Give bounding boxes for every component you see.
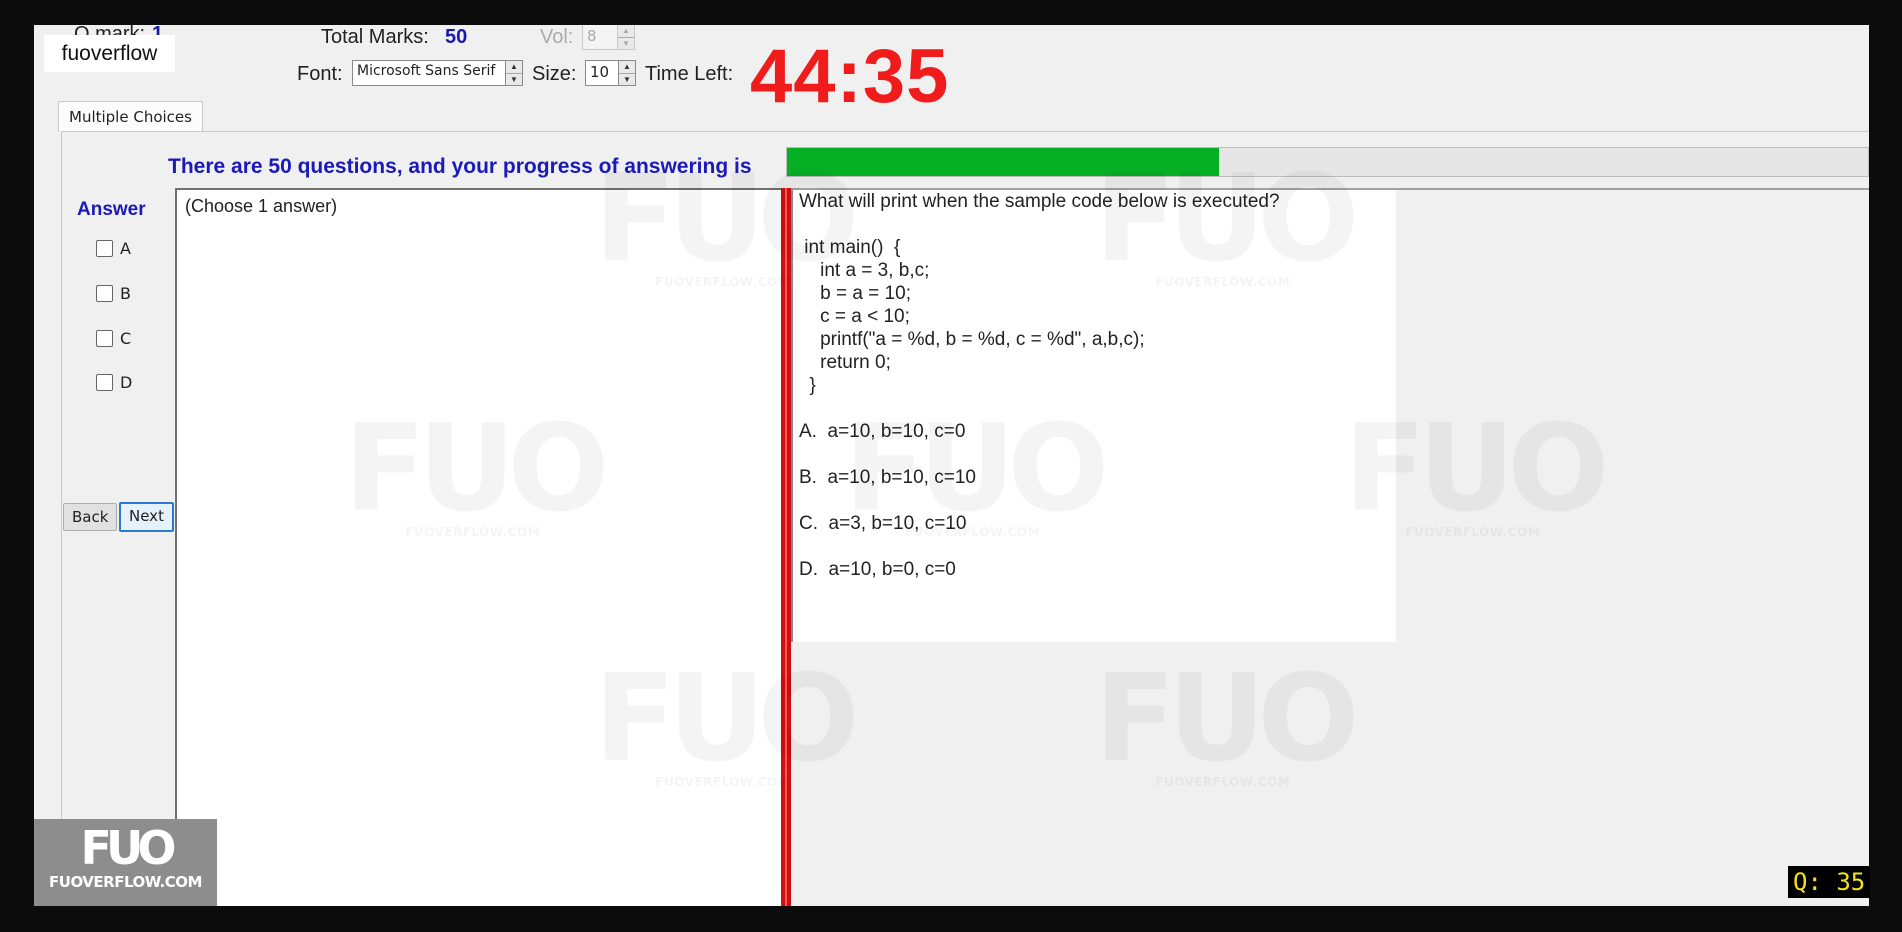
font-spinner[interactable]: ▲ ▼ (505, 60, 523, 86)
back-button[interactable]: Back (63, 503, 118, 531)
next-button[interactable]: Next (119, 502, 174, 532)
logo-text: FUOVERFLOW.COM (49, 873, 202, 891)
watermark: FUOFUOVERFLOW.COM (594, 660, 859, 790)
font-select[interactable]: Microsoft Sans Serif (352, 60, 506, 86)
spin-down-icon[interactable]: ▼ (618, 37, 634, 50)
choice-d[interactable]: D (96, 373, 132, 392)
total-marks-value: 50 (445, 26, 468, 48)
time-left-label: Time Left: (645, 63, 734, 85)
question-number-badge: Q: 35 (1788, 866, 1871, 898)
choice-c-label: C (120, 329, 132, 348)
site-logo: FUO FUOVERFLOW.COM (34, 819, 217, 906)
tab-multiple-choices[interactable]: Multiple Choices (58, 101, 203, 132)
logo-mark: FUO (80, 821, 177, 875)
spin-up-icon[interactable]: ▲ (619, 61, 635, 73)
checkbox-d[interactable] (96, 374, 113, 391)
pane-splitter[interactable] (781, 188, 791, 906)
choice-a[interactable]: A (96, 239, 131, 258)
checkbox-b[interactable] (96, 285, 113, 302)
spin-down-icon[interactable]: ▼ (506, 73, 522, 86)
spin-down-icon[interactable]: ▼ (619, 73, 635, 86)
choice-c[interactable]: C (96, 329, 131, 348)
vol-input[interactable]: 8 (582, 25, 618, 50)
choice-a-label: A (120, 239, 131, 258)
size-spinner[interactable]: ▲ ▼ (618, 60, 636, 86)
answer-hint: (Choose 1 answer) (185, 196, 338, 216)
choice-d-label: D (120, 373, 133, 392)
size-input[interactable]: 10 (585, 60, 619, 86)
choice-b-label: B (120, 284, 131, 303)
spin-up-icon[interactable]: ▲ (506, 61, 522, 73)
app-title: fuoverflow (44, 35, 175, 72)
watermark: FUOFUOVERFLOW.COM (844, 410, 1109, 540)
watermark: FUOFUOVERFLOW.COM (594, 160, 859, 290)
size-label: Size: (532, 63, 577, 85)
countdown-timer: 44:35 (750, 34, 950, 119)
vol-label: Vol: (540, 26, 574, 48)
exam-window: Q mark: 1 Total Marks: 50 Vol: 8 ▲▼ Font… (34, 25, 1869, 906)
watermark: FUOFUOVERFLOW.COM (1094, 660, 1359, 790)
answer-pane[interactable]: (Choose 1 answer) (175, 188, 781, 906)
watermark: FUOFUOVERFLOW.COM (1344, 410, 1609, 540)
spin-up-icon[interactable]: ▲ (618, 25, 634, 37)
choice-b[interactable]: B (96, 284, 131, 303)
checkbox-a[interactable] (96, 240, 113, 257)
checkbox-c[interactable] (96, 330, 113, 347)
watermark: FUOFUOVERFLOW.COM (1094, 160, 1359, 290)
total-marks-label: Total Marks: (321, 26, 429, 48)
watermark: FUOFUOVERFLOW.COM (344, 410, 609, 540)
vol-spinner[interactable]: ▲ ▼ (617, 25, 635, 50)
font-label: Font: (297, 63, 343, 85)
answer-title: Answer (77, 199, 146, 220)
